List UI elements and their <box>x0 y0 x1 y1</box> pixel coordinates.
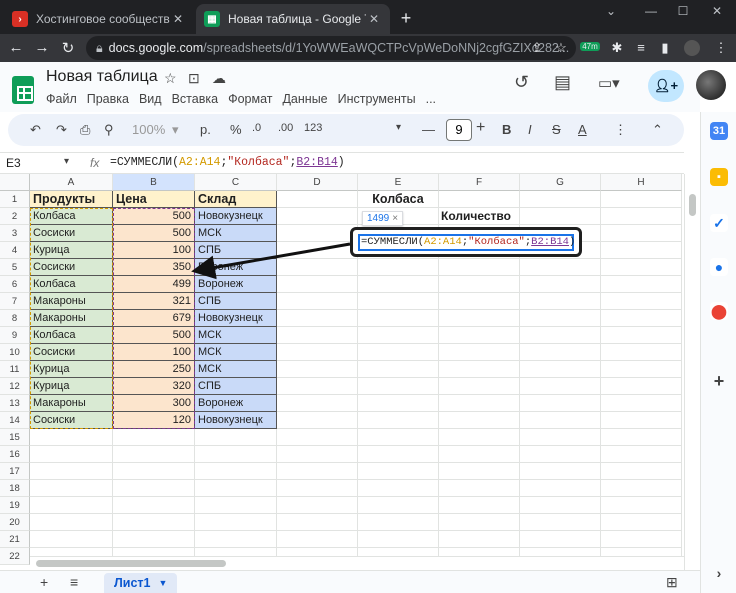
explore-icon[interactable]: ⊞ <box>666 574 678 591</box>
sheet-tab-label: Лист1 <box>114 576 151 590</box>
maps-icon[interactable]: ⬤ <box>710 302 728 320</box>
all-sheets-icon[interactable]: ≡ <box>70 574 78 590</box>
expand-panel-icon[interactable]: › <box>710 564 728 582</box>
side-panel: 31 ▪ ✓ ● ⬤ + › <box>700 112 736 593</box>
tasks-icon[interactable]: ✓ <box>710 214 728 232</box>
annotation-arrow <box>191 242 351 280</box>
sheet-tab-dropdown-icon[interactable]: ▼ <box>158 578 167 588</box>
add-sheet-icon[interactable]: + <box>40 574 48 590</box>
sheet-tabs-bar: + ≡ Лист1 ▼ ⊞ <box>0 570 700 593</box>
add-addon-icon[interactable]: + <box>710 371 728 391</box>
sheet-tab[interactable]: Лист1 ▼ <box>104 573 178 593</box>
contacts-icon[interactable]: ● <box>710 258 728 276</box>
keep-icon[interactable]: ▪ <box>710 168 728 186</box>
calendar-icon[interactable]: 31 <box>710 122 728 140</box>
